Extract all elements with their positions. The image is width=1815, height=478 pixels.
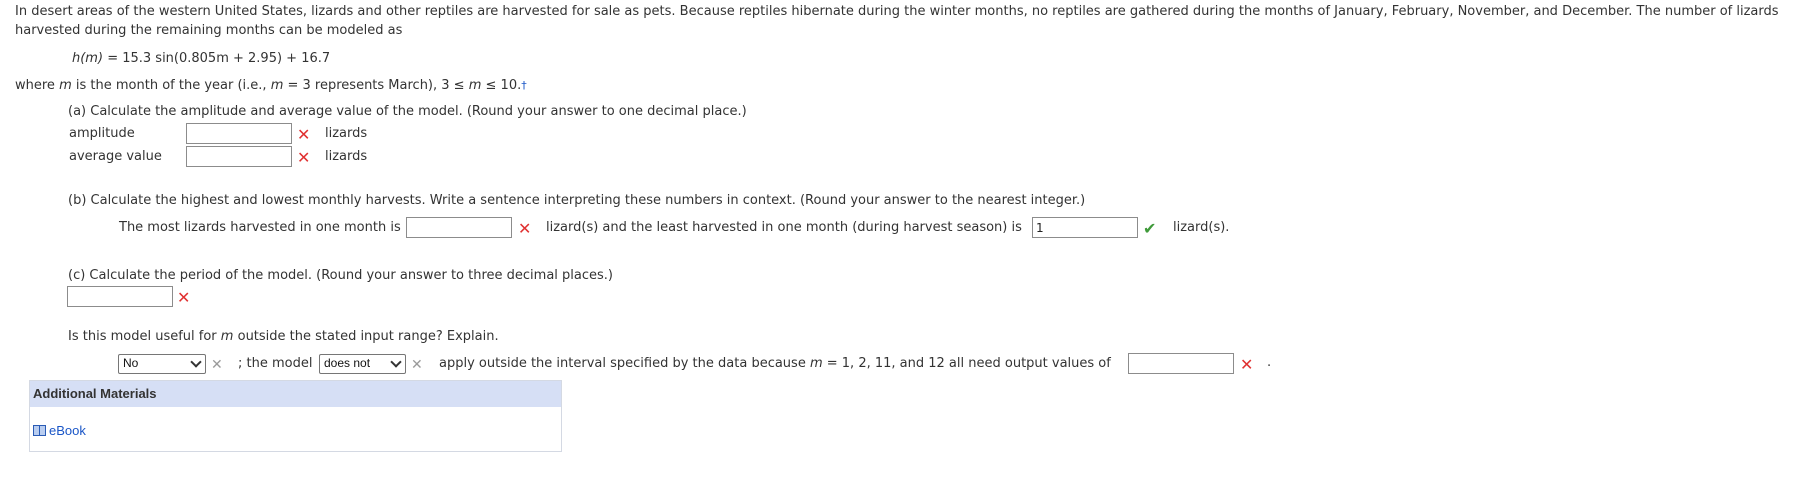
period-input[interactable] [67, 286, 173, 307]
where-range: ≤ 10. [485, 78, 522, 93]
most-harvested-input[interactable] [406, 217, 512, 238]
ebook-label: eBook [49, 423, 86, 438]
part-d-question-end: outside the stated input range? Explain. [237, 329, 499, 344]
useful-select-value: No [123, 356, 139, 370]
additional-materials-panel: Additional Materials eBook [29, 380, 562, 452]
book-icon [33, 425, 46, 436]
part-d-explanation: apply outside the interval specified by … [439, 356, 806, 371]
average-value-input[interactable] [186, 146, 292, 167]
average-value-unit: lizards [325, 149, 368, 164]
footnote-link[interactable]: † [521, 79, 527, 92]
incorrect-x-icon: ✕ [297, 148, 311, 167]
model-formula: h(m) = 15.3 sin(0.805m + 2.95) + 16.7 [72, 51, 330, 66]
model-apply-select[interactable]: does not [319, 354, 406, 374]
ebook-link[interactable]: eBook [33, 423, 86, 438]
chevron-down-icon [190, 356, 202, 368]
average-value-label: average value [69, 149, 162, 164]
where-text: where [15, 78, 55, 93]
part-d-period: . [1267, 355, 1272, 370]
part-d-text-after: apply outside the interval specified by … [439, 356, 1111, 371]
incorrect-x-icon: ✕ [1240, 355, 1254, 374]
amplitude-unit: lizards [325, 126, 368, 141]
least-harvested-input[interactable] [1032, 217, 1138, 238]
incorrect-x-icon: ✕ [211, 357, 223, 373]
formula-lhs: h(m) [72, 51, 104, 66]
where-var: m [59, 78, 72, 93]
additional-materials-header: Additional Materials [30, 381, 561, 407]
amplitude-label: amplitude [69, 126, 135, 141]
intro-line-2: harvested during the remaining months ca… [15, 23, 403, 38]
formula-rhs: = 15.3 sin(0.805m + 2.95) + 16.7 [107, 51, 331, 66]
part-a-question: (a) Calculate the amplitude and average … [68, 104, 747, 119]
part-d-question: Is this model useful for m outside the s… [68, 329, 499, 344]
part-d-text-mid: ; the model [238, 356, 313, 371]
intro-line-1: In desert areas of the western United St… [15, 4, 1779, 19]
part-d-question-var: m [220, 329, 234, 344]
incorrect-x-icon: ✕ [518, 219, 532, 238]
useful-select[interactable]: No [118, 354, 206, 374]
problem-intro: In desert areas of the western United St… [15, 2, 1805, 40]
part-b-sentence-mid: lizard(s) and the least harvested in one… [546, 220, 1022, 235]
part-d-var-m: m [809, 356, 823, 371]
output-value-input[interactable] [1128, 353, 1234, 374]
where-example: = 3 represents March), 3 ≤ [287, 78, 465, 93]
part-b-sentence-end: lizard(s). [1173, 220, 1230, 235]
chevron-down-icon [390, 356, 402, 368]
part-d-question-start: Is this model useful for [68, 329, 217, 344]
where-m2: m [468, 78, 482, 93]
incorrect-x-icon: ✕ [297, 125, 311, 144]
incorrect-x-icon: ✕ [177, 288, 191, 307]
part-b-question: (b) Calculate the highest and lowest mon… [68, 193, 1086, 208]
amplitude-input[interactable] [186, 123, 292, 144]
part-b-sentence-start: The most lizards harvested in one month … [119, 220, 401, 235]
domain-statement: where m is the month of the year (i.e., … [15, 78, 527, 93]
part-c-question: (c) Calculate the period of the model. (… [68, 268, 613, 283]
where-m: m [270, 78, 284, 93]
incorrect-x-icon: ✕ [411, 357, 423, 373]
correct-check-icon: ✔ [1143, 219, 1157, 238]
model-apply-select-value: does not [324, 356, 371, 370]
where-rest: is the month of the year (i.e., [75, 78, 267, 93]
part-d-values: = 1, 2, 11, and 12 all need output value… [826, 356, 1111, 371]
